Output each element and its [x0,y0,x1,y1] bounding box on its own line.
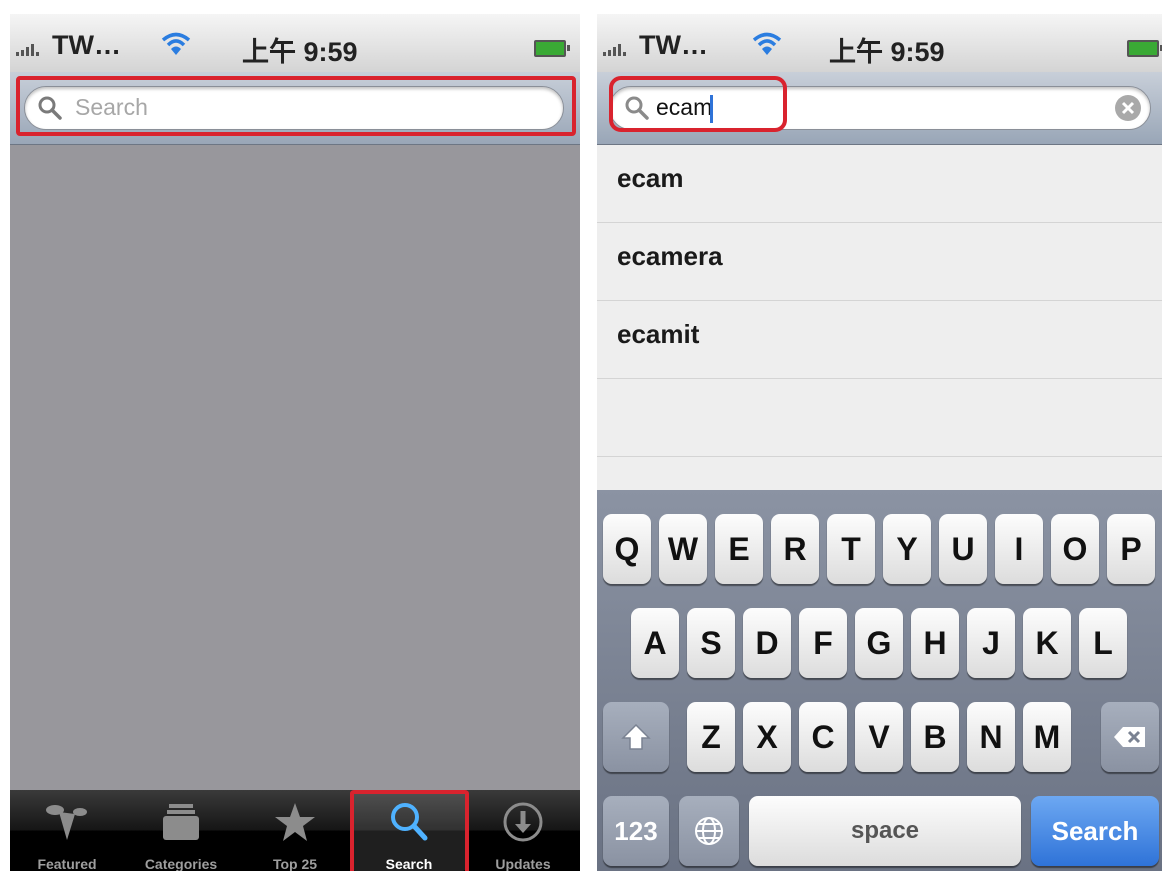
shift-key[interactable] [603,702,669,772]
status-time: 上午 9:59 [829,37,945,67]
key-u[interactable]: U [939,514,987,584]
key-i[interactable]: I [995,514,1043,584]
globe-key[interactable] [679,796,739,866]
globe-icon [695,817,723,845]
tab-label: Categories [144,856,218,871]
numbers-key[interactable]: 123 [603,796,669,866]
categories-icon [163,804,199,840]
wifi-icon [752,32,782,55]
key-y[interactable]: Y [883,514,931,584]
tab-featured[interactable]: Featured [10,790,124,871]
battery-icon [534,40,570,57]
key-b[interactable]: B [911,702,959,772]
suggestion-item[interactable]: ecamit [597,301,1162,379]
backspace-key[interactable] [1101,702,1159,772]
key-k[interactable]: K [1023,608,1071,678]
key-c[interactable]: C [799,702,847,772]
key-h[interactable]: H [911,608,959,678]
key-p[interactable]: P [1107,514,1155,584]
keyboard: Q W E R T Y U I O P A S D F G H J K L Z … [597,490,1162,871]
status-time: 上午 9:59 [242,37,358,67]
signal-icon [16,44,39,56]
key-x[interactable]: X [743,702,791,772]
tab-bar: Featured Categories Top 25 Search Update… [10,790,580,871]
signal-icon [603,44,626,56]
key-t[interactable]: T [827,514,875,584]
carrier-name: TW… [639,30,708,60]
suggestion-empty-row [597,379,1162,457]
tab-updates[interactable]: Updates [466,790,580,871]
key-s[interactable]: S [687,608,735,678]
key-g[interactable]: G [855,608,903,678]
key-l[interactable]: L [1079,608,1127,678]
key-f[interactable]: F [799,608,847,678]
backspace-icon [1114,727,1145,747]
featured-icon [46,805,87,840]
key-o[interactable]: O [1051,514,1099,584]
suggestion-item[interactable]: ecam [597,145,1162,223]
key-v[interactable]: V [855,702,903,772]
shift-icon [621,723,651,750]
star-icon [275,803,315,841]
suggestion-item[interactable]: ecamera [597,223,1162,301]
wifi-icon [161,32,191,55]
key-q[interactable]: Q [603,514,651,584]
tab-categories[interactable]: Categories [124,790,238,871]
key-r[interactable]: R [771,514,819,584]
key-w[interactable]: W [659,514,707,584]
status-bar: TW… 上午 9:59 [597,14,1162,73]
carrier-name: TW… [52,30,121,60]
key-a[interactable]: A [631,608,679,678]
space-key[interactable]: space [749,796,1021,866]
search-key[interactable]: Search [1031,796,1159,866]
right-phone-screen: TW… 上午 9:59 ecam ecam ecamera ecamit Q W… [597,14,1162,871]
tab-top-25[interactable]: Top 25 [238,790,352,871]
key-d[interactable]: D [743,608,791,678]
left-phone-screen: TW… 上午 9:59 Search Featured Categories T… [10,14,580,871]
key-m[interactable]: M [1023,702,1071,772]
key-z[interactable]: Z [687,702,735,772]
search-tab-highlight [350,790,469,871]
status-bar: TW… 上午 9:59 [10,14,580,73]
search-field-highlight [16,76,576,136]
key-n[interactable]: N [967,702,1015,772]
key-j[interactable]: J [967,608,1015,678]
tab-label: Top 25 [272,856,318,871]
search-field-highlight [609,76,787,132]
clear-icon[interactable] [1114,94,1142,122]
battery-icon [1127,40,1162,57]
key-e[interactable]: E [715,514,763,584]
suggestion-list: ecam ecamera ecamit [597,145,1162,457]
tab-label: Featured [37,856,97,871]
tab-label: Updates [495,856,551,871]
download-icon [503,802,543,842]
